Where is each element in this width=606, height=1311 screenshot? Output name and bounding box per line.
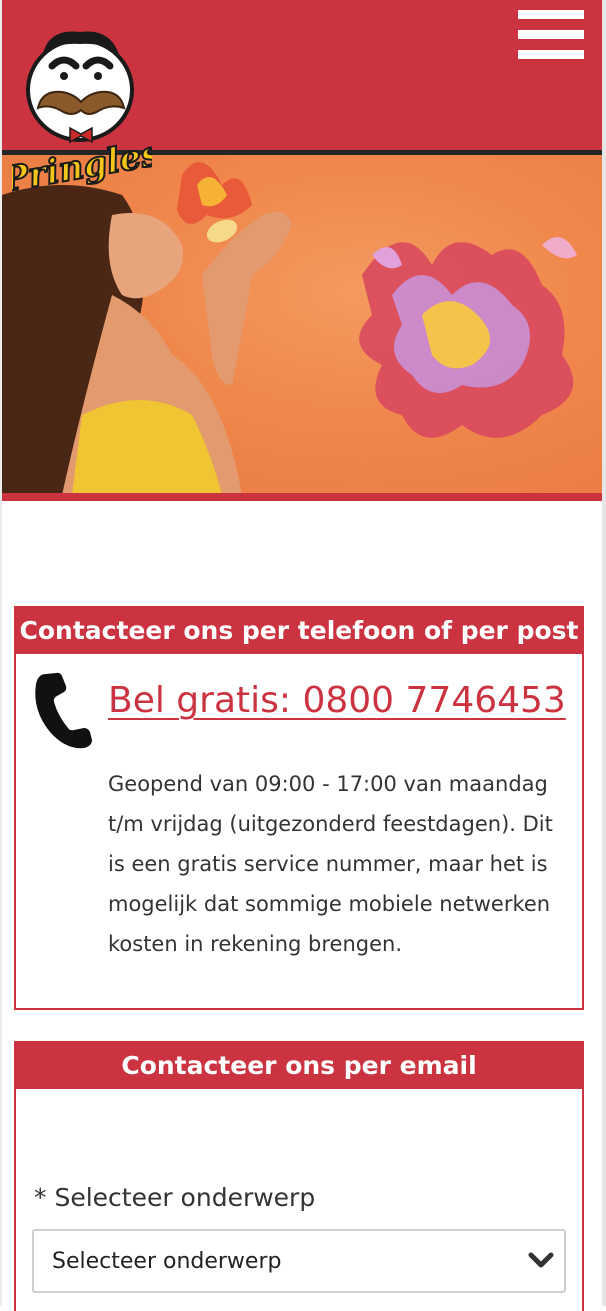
hamburger-menu-button[interactable] <box>518 10 584 60</box>
hero-image <box>2 155 602 495</box>
hero-bottom-border <box>2 493 602 501</box>
menu-bar <box>518 30 584 39</box>
phone-card-title: Contacteer ons per telefoon of per post <box>16 608 582 654</box>
phone-contact-card: Contacteer ons per telefoon of per post … <box>14 606 584 1010</box>
svg-text:Pringles: Pringles <box>12 134 152 200</box>
opening-hours-text: Geopend van 09:00 - 17:00 van maandag t/… <box>108 772 553 956</box>
subject-select[interactable]: Selecteer onderwerp <box>32 1229 566 1293</box>
subject-label: * Selecteer onderwerp <box>34 1183 316 1212</box>
scrollbar-track[interactable] <box>602 0 606 1306</box>
subject-select-value: Selecteer onderwerp <box>52 1249 282 1274</box>
menu-bar <box>518 10 584 19</box>
pringles-logo[interactable]: Pringles <box>12 20 152 200</box>
hero-illustration <box>2 162 577 495</box>
menu-bar <box>518 50 584 59</box>
chevron-down-icon <box>528 1252 554 1268</box>
phone-icon <box>35 672 92 749</box>
email-contact-card: Contacteer ons per email * Selecteer ond… <box>14 1041 584 1311</box>
free-call-phone-link[interactable]: Bel gratis: 0800 7746453 <box>108 680 566 721</box>
email-card-title: Contacteer ons per email <box>16 1043 582 1089</box>
